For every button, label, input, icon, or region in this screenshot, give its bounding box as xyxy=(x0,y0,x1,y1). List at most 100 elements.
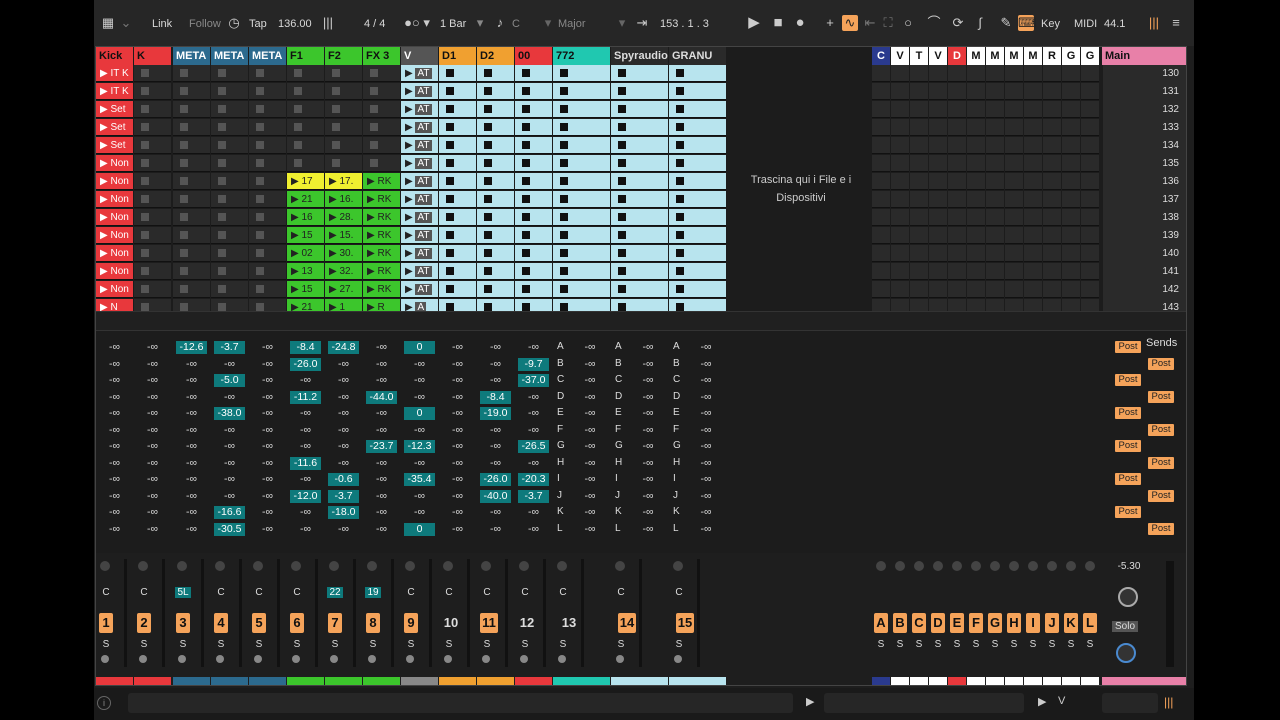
post-button[interactable]: Post xyxy=(1148,423,1174,436)
clip-slot[interactable] xyxy=(439,101,476,118)
send-knob[interactable]: -∞ xyxy=(518,341,549,354)
clip-slot[interactable]: ▶ Set xyxy=(96,119,133,136)
volume-fader[interactable] xyxy=(697,559,700,667)
clip-slot[interactable] xyxy=(211,155,248,172)
clip-slot[interactable]: ▶ Non xyxy=(96,209,133,226)
clip-stop-icon[interactable] xyxy=(522,267,530,275)
clip-stop-icon[interactable] xyxy=(218,249,226,257)
send-knob[interactable]: -∞ xyxy=(689,457,723,470)
send-knob[interactable]: -∞ xyxy=(290,424,321,437)
input-monitor-icon[interactable] xyxy=(138,561,148,571)
input-monitor-icon[interactable] xyxy=(177,561,187,571)
clip-slot[interactable] xyxy=(173,173,210,190)
send-knob[interactable]: -30.5 xyxy=(214,522,245,536)
clip-stop-icon[interactable] xyxy=(218,69,226,77)
clip-slot[interactable]: ▶ RK xyxy=(363,245,400,262)
clip-stop-icon[interactable] xyxy=(370,141,378,149)
clip-stop-icon[interactable] xyxy=(180,195,188,203)
clip-stop-icon[interactable] xyxy=(676,87,684,95)
clip-stop-icon[interactable] xyxy=(256,69,264,77)
curve-icon[interactable]: ⌒ xyxy=(926,15,942,31)
track-header[interactable]: GRANU xyxy=(669,47,726,65)
send-knob[interactable]: -∞ xyxy=(176,374,207,387)
arm-button[interactable] xyxy=(558,655,566,663)
key-root-select[interactable]: C xyxy=(512,16,520,32)
clip-slot[interactable] xyxy=(669,137,726,154)
send-knob[interactable]: -∞ xyxy=(176,523,207,536)
send-knob[interactable]: -∞ xyxy=(137,473,168,486)
clip-slot[interactable] xyxy=(173,245,210,262)
send-knob[interactable]: -∞ xyxy=(689,341,723,354)
clip-stop-icon[interactable] xyxy=(560,231,568,239)
clip-slot[interactable] xyxy=(363,155,400,172)
send-knob[interactable]: -∞ xyxy=(518,424,549,437)
clip-slot[interactable] xyxy=(211,281,248,298)
clip-slot[interactable] xyxy=(134,101,171,118)
scene-launch[interactable]: 132 xyxy=(1103,101,1186,119)
clip-slot[interactable]: ▶ Non xyxy=(96,173,133,190)
solo-button[interactable]: S xyxy=(1008,639,1020,650)
clip-slot[interactable] xyxy=(553,155,610,172)
clip-stop-icon[interactable] xyxy=(484,267,492,275)
scene-launch[interactable]: 136 xyxy=(1103,173,1186,191)
clip-stop-icon[interactable] xyxy=(370,123,378,131)
clip-stop-icon[interactable] xyxy=(141,123,149,131)
return-track-header[interactable]: D xyxy=(948,47,966,65)
clip-slot[interactable] xyxy=(249,263,286,280)
clip-stop-icon[interactable] xyxy=(141,87,149,95)
clip-stop-icon[interactable] xyxy=(618,69,626,77)
send-knob[interactable]: 0 xyxy=(404,341,435,354)
clip-slot[interactable] xyxy=(249,245,286,262)
scene-launch[interactable]: 130 xyxy=(1103,65,1186,83)
send-knob[interactable]: -∞ xyxy=(573,341,607,354)
clip-stop-icon[interactable] xyxy=(332,141,340,149)
send-knob[interactable]: -∞ xyxy=(214,358,245,371)
send-knob[interactable]: -∞ xyxy=(573,523,607,536)
volume-fader[interactable] xyxy=(639,559,642,667)
send-knob[interactable]: -∞ xyxy=(631,424,665,437)
send-knob[interactable]: -∞ xyxy=(99,391,130,404)
clip-slot[interactable] xyxy=(173,263,210,280)
send-knob[interactable]: -∞ xyxy=(176,358,207,371)
crossfade-button[interactable]: C xyxy=(615,587,627,598)
clip-slot[interactable] xyxy=(325,119,362,136)
return-activator-button[interactable]: A xyxy=(874,613,888,633)
send-knob[interactable]: -∞ xyxy=(689,440,723,453)
input-monitor-icon[interactable] xyxy=(615,561,625,571)
clip-slot[interactable] xyxy=(211,119,248,136)
clip-stop-icon[interactable] xyxy=(141,267,149,275)
post-button[interactable]: Post xyxy=(1148,456,1174,469)
clip-stop-icon[interactable] xyxy=(294,105,302,113)
return-activator-button[interactable]: K xyxy=(1064,613,1078,633)
send-knob[interactable]: -∞ xyxy=(442,341,473,354)
send-knob[interactable]: -∞ xyxy=(573,374,607,387)
clip-stop-icon[interactable] xyxy=(180,69,188,77)
return-track-header[interactable]: G xyxy=(1062,47,1080,65)
solo-button[interactable]: S xyxy=(913,639,925,650)
scene-launch[interactable]: 135 xyxy=(1103,155,1186,173)
clip-slot[interactable]: ▶ RK xyxy=(363,191,400,208)
clip-stop-icon[interactable] xyxy=(256,303,264,311)
send-knob[interactable]: -∞ xyxy=(480,440,511,453)
send-knob[interactable]: -∞ xyxy=(366,506,397,519)
send-knob[interactable]: -∞ xyxy=(290,374,321,387)
clip-slot[interactable]: ▶ 02 xyxy=(287,245,324,262)
clip-slot[interactable] xyxy=(439,155,476,172)
send-knob[interactable]: -∞ xyxy=(328,374,359,387)
return-pan-knob[interactable] xyxy=(1066,561,1076,571)
clip-stop-icon[interactable] xyxy=(522,231,530,239)
send-knob[interactable]: -40.0 xyxy=(480,489,511,503)
send-knob[interactable]: -∞ xyxy=(689,506,723,519)
send-knob[interactable]: -∞ xyxy=(689,490,723,503)
solo-button[interactable]: S xyxy=(615,639,627,650)
clip-slot[interactable] xyxy=(669,281,726,298)
clip-slot[interactable] xyxy=(134,209,171,226)
send-knob[interactable]: -∞ xyxy=(328,457,359,470)
track-header[interactable]: F2 xyxy=(325,47,362,65)
send-knob[interactable]: -∞ xyxy=(137,490,168,503)
arm-button[interactable] xyxy=(444,655,452,663)
clip-slot[interactable] xyxy=(477,191,514,208)
clip-slot[interactable]: ▶ Non xyxy=(96,191,133,208)
clip-slot[interactable] xyxy=(249,281,286,298)
clip-stop-icon[interactable] xyxy=(560,285,568,293)
